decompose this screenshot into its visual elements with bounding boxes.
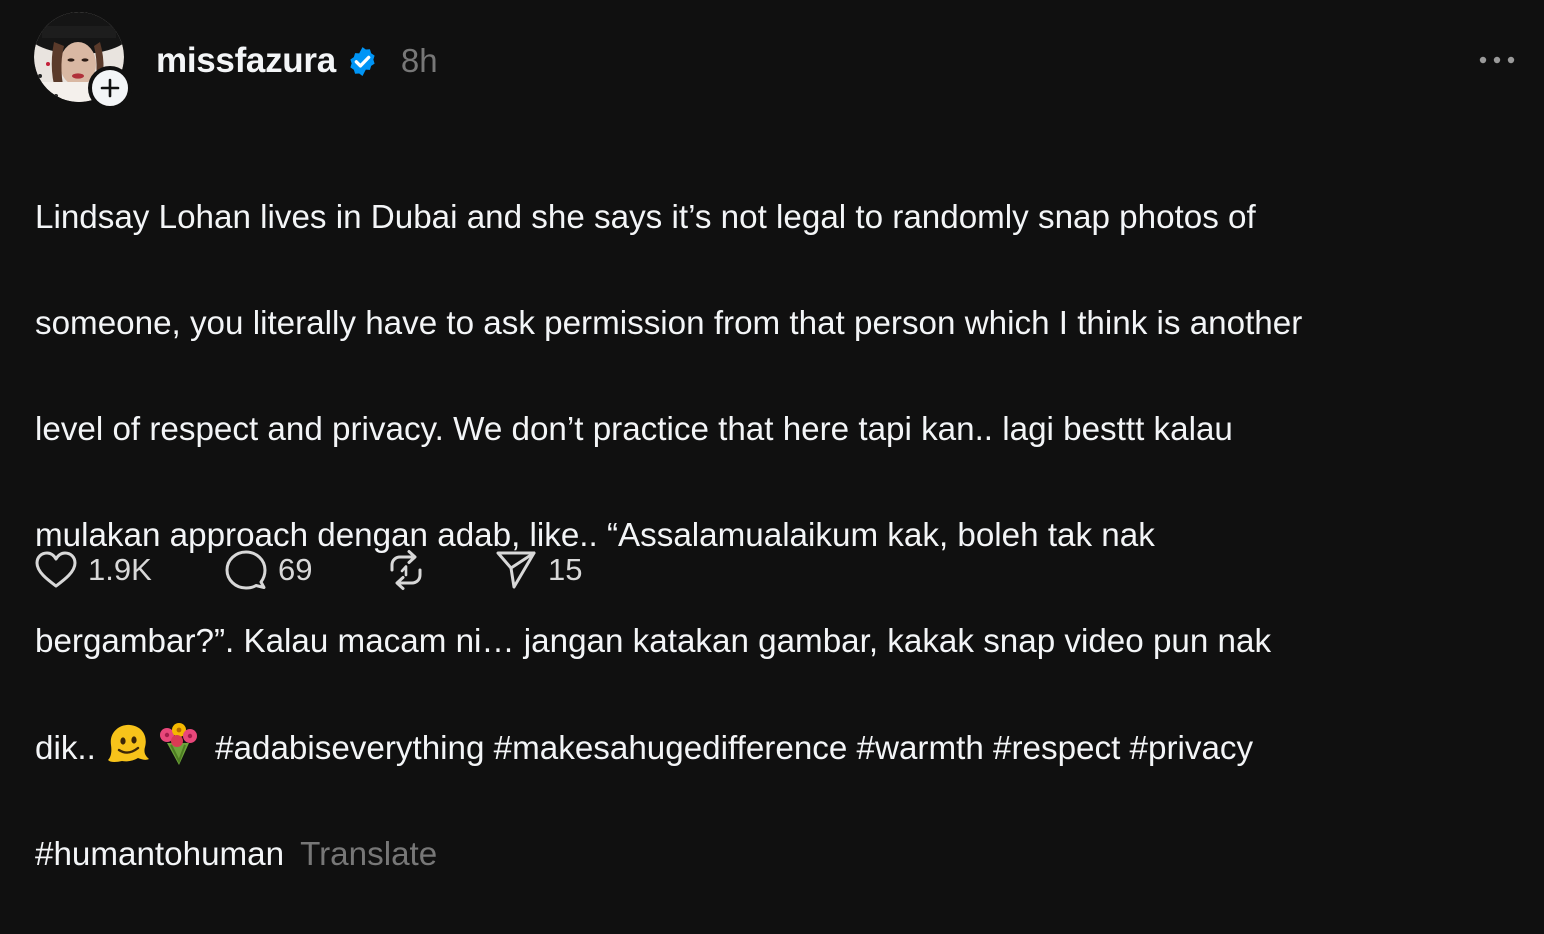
post-text-line: Lindsay Lohan lives in Dubai and she say… bbox=[35, 199, 1256, 236]
post-text-line-6: dik.. #adabiseverything #makesahugediffe… bbox=[35, 721, 1525, 775]
send-icon bbox=[496, 551, 536, 589]
translate-link[interactable]: Translate bbox=[300, 836, 437, 873]
comment-icon bbox=[225, 550, 267, 590]
more-options-button[interactable] bbox=[1474, 42, 1520, 78]
post-actions: 1.9K 69 15 bbox=[34, 546, 634, 594]
post-header: missfazura 8h bbox=[156, 36, 438, 86]
repost-icon bbox=[390, 550, 422, 590]
post-text-line: someone, you literally have to ask permi… bbox=[35, 305, 1303, 342]
post-text-line: level of respect and privacy. We don’t p… bbox=[35, 411, 1233, 448]
follow-button[interactable] bbox=[88, 66, 132, 110]
heart-icon bbox=[35, 551, 77, 588]
avatar-container bbox=[34, 12, 132, 110]
plus-icon bbox=[100, 78, 120, 98]
like-button[interactable]: 1.9K bbox=[34, 550, 224, 590]
share-count: 15 bbox=[548, 552, 583, 587]
verified-badge-icon bbox=[346, 45, 379, 78]
post-timestamp: 8h bbox=[400, 42, 438, 79]
post-body: Lindsay Lohan lives in Dubai and she say… bbox=[35, 138, 1525, 934]
username[interactable]: missfazura bbox=[156, 41, 336, 81]
share-button[interactable]: 15 bbox=[494, 549, 634, 591]
thread-post: missfazura 8h Lindsay Lohan lives in Dub… bbox=[0, 0, 1544, 873]
hashtags-link[interactable]: #adabiseverything #makesahugedifference … bbox=[215, 730, 1253, 767]
like-count: 1.9K bbox=[88, 552, 152, 587]
melting-face-emoji-icon bbox=[105, 721, 151, 767]
ellipsis-icon bbox=[1479, 56, 1515, 64]
reply-button[interactable]: 69 bbox=[224, 549, 384, 591]
post-text-line-7: #humantohuman Translate bbox=[35, 828, 1525, 881]
reply-count: 69 bbox=[278, 552, 313, 587]
post-text-fragment: dik.. bbox=[35, 730, 106, 767]
post-text-line: bergambar?”. Kalau macam ni… jangan kata… bbox=[35, 623, 1272, 660]
hashtag-link[interactable]: #humantohuman bbox=[35, 836, 284, 873]
repost-button[interactable] bbox=[384, 548, 494, 592]
bouquet-emoji-icon bbox=[155, 721, 201, 767]
